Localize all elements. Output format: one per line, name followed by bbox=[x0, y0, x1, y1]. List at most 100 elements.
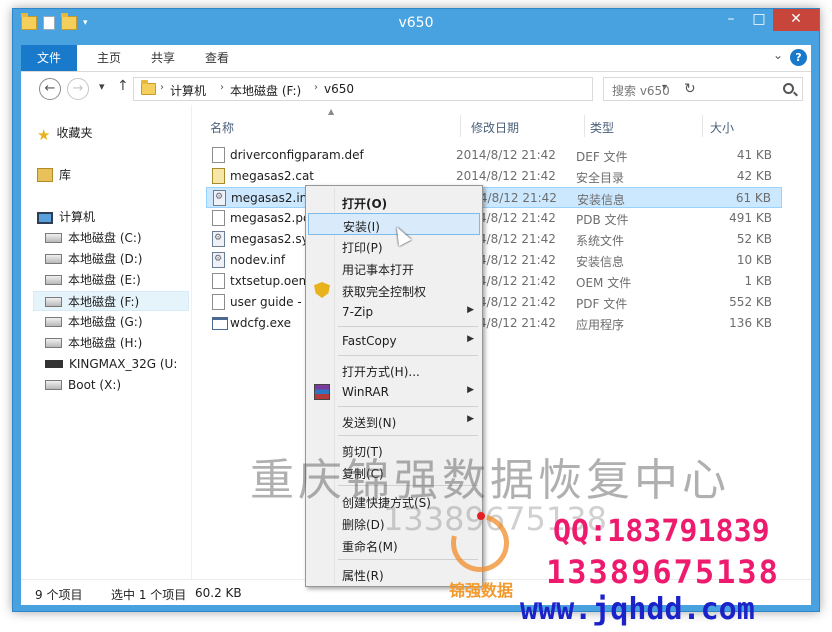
file-type: 应用程序 bbox=[576, 318, 625, 332]
menu-label: 重命名(M) bbox=[342, 540, 398, 554]
tab-share[interactable]: 共享 bbox=[141, 45, 185, 71]
watermark-logo-icon bbox=[440, 503, 520, 583]
nav-drive-c[interactable]: 本地磁盘 (C:) bbox=[45, 228, 142, 248]
nav-favorites[interactable]: ★ 收藏夹 bbox=[37, 123, 92, 143]
search-icon[interactable] bbox=[783, 83, 794, 94]
search-input[interactable]: 搜索 v650 bbox=[603, 77, 803, 101]
breadcrumb-computer[interactable]: 计算机 bbox=[170, 82, 206, 99]
file-size: 136 KB bbox=[729, 316, 772, 330]
file-type: 系统文件 bbox=[576, 234, 625, 248]
minimize-button[interactable]: – bbox=[717, 9, 745, 31]
address-bar[interactable]: › 计算机 › 本地磁盘 (F:) › v650 ▾ ↻ bbox=[133, 77, 696, 101]
file-date: 2014/8/12 21:42 bbox=[456, 148, 556, 162]
column-header-date[interactable]: 修改日期 bbox=[471, 119, 519, 136]
nav-drive-e[interactable]: 本地磁盘 (E:) bbox=[45, 270, 141, 290]
file-row[interactable]: megasas2.sys 2014/8/12 21:42 系统文件 52 KB bbox=[206, 229, 782, 250]
item-count: 9 个项目 bbox=[35, 588, 83, 602]
nav-computer[interactable]: 计算机 bbox=[37, 207, 95, 227]
menu-separator bbox=[338, 435, 478, 436]
menu-label: 属性(R) bbox=[342, 569, 384, 583]
file-row-selected[interactable]: megasas2.inf 2014/8/12 21:42 安装信息 61 KB bbox=[206, 187, 782, 208]
watermark-url: www.jqhdd.com bbox=[520, 592, 755, 627]
file-size: 61 KB bbox=[735, 191, 771, 205]
setup-info-icon bbox=[213, 190, 226, 206]
file-row[interactable]: megasas2.pdb 2014/8/12 21:42 PDB 文件 491 … bbox=[206, 208, 782, 229]
forward-button[interactable]: → bbox=[67, 78, 89, 100]
submenu-arrow-icon: ▶ bbox=[467, 385, 474, 395]
column-header-size[interactable]: 大小 bbox=[710, 119, 734, 136]
generic-file-icon bbox=[212, 273, 225, 289]
breadcrumb-drive-f[interactable]: 本地磁盘 (F:) bbox=[230, 82, 301, 99]
up-button[interactable]: ↑ bbox=[117, 78, 129, 94]
file-row[interactable]: txtsetup.oem 2014/8/12 21:42 OEM 文件 1 KB bbox=[206, 271, 782, 292]
column-divider[interactable] bbox=[584, 115, 585, 137]
submenu-arrow-icon: ▶ bbox=[467, 305, 474, 315]
tab-home[interactable]: 主页 bbox=[87, 45, 131, 71]
ribbon-expand-icon[interactable]: ⌄ bbox=[773, 48, 783, 62]
help-icon[interactable]: ? bbox=[790, 49, 807, 66]
column-divider[interactable] bbox=[460, 115, 461, 137]
file-size: 552 KB bbox=[729, 295, 772, 309]
title-bar[interactable]: ▾ v650 – □ ✕ bbox=[13, 9, 819, 39]
nav-drive-f[interactable]: 本地磁盘 (F:) bbox=[33, 291, 189, 311]
drive-icon bbox=[45, 317, 62, 327]
file-size: 52 KB bbox=[736, 232, 772, 246]
chevron-right-icon[interactable]: › bbox=[160, 82, 164, 93]
back-button[interactable]: ← bbox=[39, 78, 61, 100]
file-name: megasas2.sys bbox=[230, 232, 315, 246]
menu-item-send-to[interactable]: 发送到(N) ▶ bbox=[308, 410, 480, 432]
nav-drive-h[interactable]: 本地磁盘 (H:) bbox=[45, 333, 142, 353]
chevron-right-icon[interactable]: › bbox=[314, 82, 318, 93]
file-row[interactable]: nodev.inf 2014/8/12 21:42 安装信息 10 KB bbox=[206, 250, 782, 271]
nav-drive-u[interactable]: KINGMAX_32G (U: bbox=[45, 354, 191, 374]
nav-drive-x[interactable]: Boot (X:) bbox=[45, 375, 121, 395]
column-divider[interactable] bbox=[702, 115, 703, 137]
column-header-name[interactable]: 名称 bbox=[210, 119, 234, 136]
menu-label: 安装(I) bbox=[343, 220, 380, 234]
tab-file[interactable]: 文件 bbox=[21, 45, 77, 71]
menu-item-open[interactable]: 打开(O) bbox=[308, 191, 480, 213]
menu-item-winrar[interactable]: WinRAR ▶ bbox=[308, 381, 480, 403]
menu-item-open-with[interactable]: 打开方式(H)... bbox=[308, 359, 480, 381]
recent-locations-icon[interactable]: ▾ bbox=[99, 80, 105, 93]
file-name: nodev.inf bbox=[230, 253, 286, 267]
menu-item-take-ownership[interactable]: 获取完全控制权 bbox=[308, 279, 480, 301]
nav-label: KINGMAX_32G (U: bbox=[69, 357, 178, 371]
nav-drive-d[interactable]: 本地磁盘 (D:) bbox=[45, 249, 142, 269]
close-button[interactable]: ✕ bbox=[773, 9, 819, 31]
menu-label: WinRAR bbox=[342, 385, 389, 399]
file-type: DEF 文件 bbox=[576, 150, 628, 164]
file-name: megasas2.inf bbox=[231, 191, 312, 205]
maximize-button[interactable]: □ bbox=[745, 9, 773, 31]
file-row[interactable]: user guide - wi 2014/8/12 21:42 PDF 文件 5… bbox=[206, 292, 782, 313]
menu-separator bbox=[338, 355, 478, 356]
nav-drive-g[interactable]: 本地磁盘 (G:) bbox=[45, 312, 143, 332]
file-type: 安全目录 bbox=[576, 171, 625, 185]
winrar-icon bbox=[314, 384, 330, 400]
navigation-pane: ★ 收藏夹 库 计算机 本地磁盘 (C:) 本地磁盘 (D:) 本地磁盘 (E:)… bbox=[21, 105, 191, 579]
file-row[interactable]: megasas2.cat 2014/8/12 21:42 安全目录 42 KB bbox=[206, 166, 782, 187]
file-row[interactable]: driverconfigparam.def 2014/8/12 21:42 DE… bbox=[206, 145, 782, 166]
file-date: 2014/8/12 21:42 bbox=[456, 169, 556, 183]
navigation-bar: ← → ▾ ↑ › 计算机 › 本地磁盘 (F:) › v650 ▾ ↻ 搜索 … bbox=[21, 71, 811, 105]
generic-file-icon bbox=[212, 147, 225, 163]
chevron-right-icon[interactable]: › bbox=[220, 82, 224, 93]
menu-item-fastcopy[interactable]: FastCopy ▶ bbox=[308, 330, 480, 352]
menu-item-open-with-notepad[interactable]: 用记事本打开 bbox=[308, 257, 480, 279]
setup-info-icon bbox=[212, 252, 225, 268]
file-size: 491 KB bbox=[729, 211, 772, 225]
menu-label: 用记事本打开 bbox=[342, 263, 415, 277]
column-header-type[interactable]: 类型 bbox=[590, 119, 614, 136]
nav-library[interactable]: 库 bbox=[37, 165, 71, 185]
nav-label: 本地磁盘 (D:) bbox=[68, 252, 143, 266]
nav-label: 计算机 bbox=[59, 210, 96, 224]
breadcrumb-v650[interactable]: v650 bbox=[324, 82, 354, 96]
file-row[interactable]: wdcfg.exe 2014/8/12 21:42 应用程序 136 KB bbox=[206, 313, 782, 334]
menu-item-7zip[interactable]: 7-Zip ▶ bbox=[308, 301, 480, 323]
folder-icon bbox=[141, 80, 156, 95]
tab-view[interactable]: 查看 bbox=[195, 45, 239, 71]
nav-label: 本地磁盘 (F:) bbox=[68, 295, 140, 309]
file-type: OEM 文件 bbox=[576, 276, 632, 290]
nav-label: 本地磁盘 (E:) bbox=[68, 273, 141, 287]
drive-icon bbox=[45, 233, 62, 243]
